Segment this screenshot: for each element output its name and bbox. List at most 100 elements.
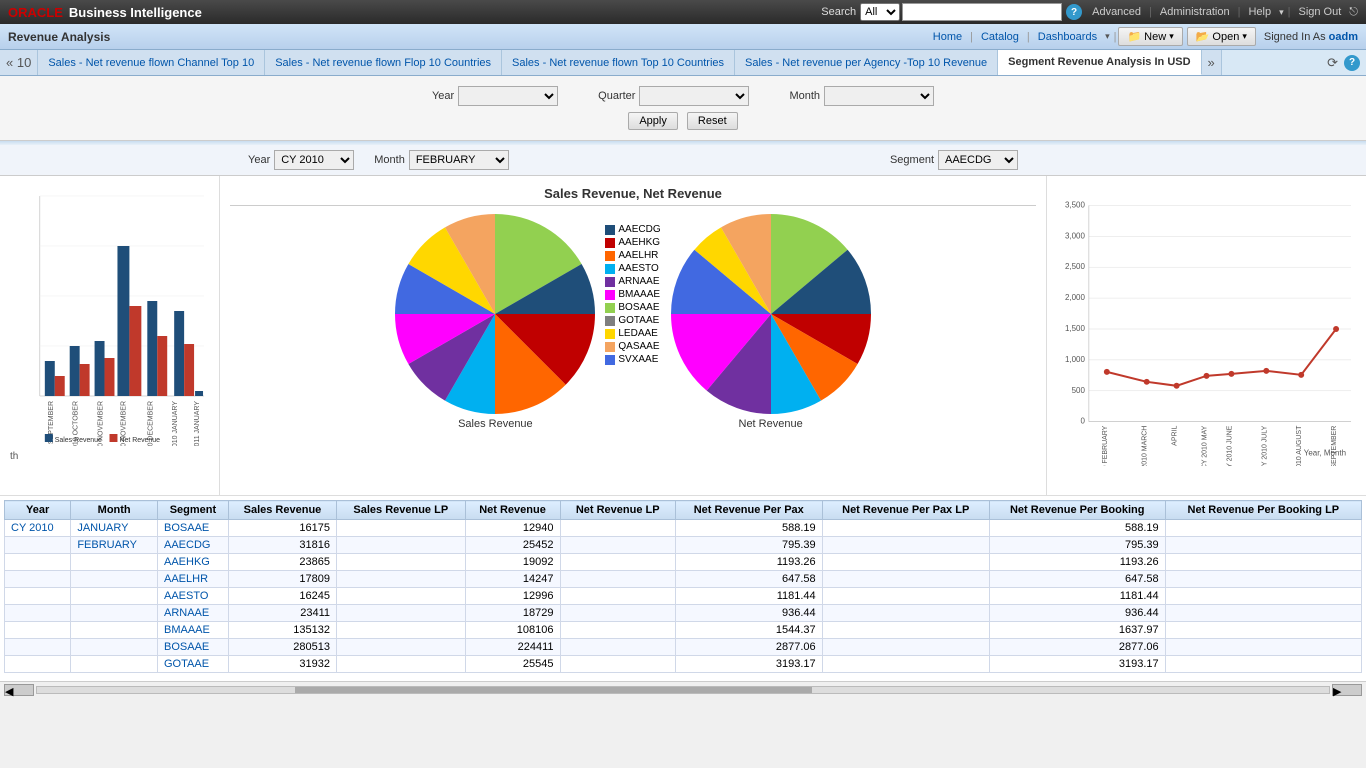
bar-chart-container: CY 2010 SEPTEMBER CY 2010 OCTOBER CY 201… — [0, 176, 220, 495]
tabs-bar: « 10 Sales - Net revenue flown Channel T… — [0, 50, 1366, 76]
table-cell[interactable] — [5, 639, 71, 656]
table-cell[interactable] — [5, 622, 71, 639]
administration-link[interactable]: Administration — [1160, 6, 1230, 18]
page-title: Revenue Analysis — [8, 30, 110, 44]
legend-swatch-qasaae — [605, 342, 615, 352]
year-control-select[interactable]: CY 2010 — [274, 150, 354, 170]
table-cell[interactable]: AAESTO — [158, 588, 229, 605]
table-cell[interactable]: ARNAAE — [158, 605, 229, 622]
table-cell[interactable] — [5, 605, 71, 622]
tab-nav-prev[interactable]: « 10 — [0, 50, 38, 75]
tab-nav-more[interactable]: » — [1202, 50, 1222, 75]
table-cell: 25545 — [465, 656, 560, 673]
table-cell[interactable] — [5, 656, 71, 673]
quarter-filter-select[interactable] — [639, 86, 749, 106]
table-cell[interactable]: BOSAAE — [158, 639, 229, 656]
tab-top10-countries[interactable]: Sales - Net revenue flown Top 10 Countri… — [502, 50, 735, 75]
apply-button[interactable]: Apply — [628, 112, 678, 130]
dashboards-link[interactable]: Dashboards — [1038, 31, 1097, 43]
table-cell[interactable]: FEBRUARY — [71, 537, 158, 554]
help-tab-icon[interactable]: ? — [1344, 55, 1360, 71]
table-cell — [822, 554, 989, 571]
second-bar: Revenue Analysis Home | Catalog | Dashbo… — [0, 24, 1366, 50]
table-cell[interactable]: JANUARY — [71, 520, 158, 537]
month-filter-select[interactable] — [824, 86, 934, 106]
table-row: ARNAAE2341118729936.44936.44 — [5, 605, 1362, 622]
reset-button[interactable]: Reset — [687, 112, 738, 130]
svg-text:CY 2011 JANUARY: CY 2011 JANUARY — [194, 401, 201, 446]
legend-qasaae: QASAAE — [605, 341, 660, 352]
table-cell[interactable]: GOTAAE — [158, 656, 229, 673]
tab-channel-top10[interactable]: Sales - Net revenue flown Channel Top 10 — [38, 50, 265, 75]
table-cell — [337, 537, 466, 554]
table-cell: 19092 — [465, 554, 560, 571]
data-table-container: Year Month Segment Sales Revenue Sales R… — [0, 496, 1366, 681]
tab-flop10-countries[interactable]: Sales - Net revenue flown Flop 10 Countr… — [265, 50, 502, 75]
segment-control-select[interactable]: AAECDG — [938, 150, 1018, 170]
table-cell[interactable] — [5, 588, 71, 605]
table-cell[interactable] — [71, 571, 158, 588]
signout-link[interactable]: Sign Out — [1298, 6, 1341, 18]
legend-label-aaelhr: AAELHR — [618, 250, 658, 261]
search-scope-select[interactable]: All — [860, 3, 900, 21]
table-cell[interactable] — [71, 656, 158, 673]
nav-divider-1: | — [1149, 6, 1152, 18]
open-button[interactable]: 📂 Open ▾ — [1187, 27, 1256, 46]
advanced-link[interactable]: Advanced — [1092, 6, 1141, 18]
line-chart-svg: 3,500 3,000 2,500 2,000 1,500 1,000 500 … — [1057, 186, 1356, 466]
table-cell[interactable] — [5, 554, 71, 571]
pie-chart-title: Sales Revenue, Net Revenue — [230, 186, 1036, 206]
table-cell[interactable]: AAECDG — [158, 537, 229, 554]
scrollbar-left-btn[interactable]: ◀ — [4, 684, 34, 696]
legend-swatch-gotaae — [605, 316, 615, 326]
table-cell[interactable] — [71, 605, 158, 622]
table-cell[interactable] — [5, 537, 71, 554]
table-cell[interactable]: AAELHR — [158, 571, 229, 588]
svg-text:CY 2010 MARCH: CY 2010 MARCH — [1142, 426, 1149, 466]
table-cell — [822, 571, 989, 588]
catalog-link[interactable]: Catalog — [981, 31, 1019, 43]
bi-title: Business Intelligence — [69, 5, 202, 20]
table-cell[interactable] — [5, 571, 71, 588]
tab-agency-top10[interactable]: Sales - Net revenue per Agency -Top 10 R… — [735, 50, 998, 75]
table-cell[interactable] — [71, 639, 158, 656]
table-cell: 647.58 — [989, 571, 1165, 588]
scrollbar-right-btn[interactable]: ▶ — [1332, 684, 1362, 696]
month-control-select[interactable]: FEBRUARY — [409, 150, 509, 170]
sales-revenue-pie: Sales Revenue — [395, 214, 595, 430]
legend-swatch-arnaae — [605, 277, 615, 287]
scrollbar-thumb[interactable] — [295, 687, 812, 693]
new-button[interactable]: 📁 New ▾ — [1118, 27, 1182, 46]
tab-segment-revenue[interactable]: Segment Revenue Analysis In USD — [998, 50, 1201, 75]
table-cell[interactable]: AAEHKG — [158, 554, 229, 571]
pie-charts-container: Sales Revenue, Net Revenue — [220, 176, 1046, 495]
horizontal-scrollbar[interactable]: ◀ ▶ — [0, 681, 1366, 697]
help-circle-icon[interactable]: ? — [1066, 4, 1082, 20]
signed-in-label: Signed In As — [1264, 31, 1326, 43]
svg-text:CY 2010 JANUARY: CY 2010 JANUARY — [172, 401, 179, 446]
table-row: AAEHKG23865190921193.261193.26 — [5, 554, 1362, 571]
table-cell[interactable] — [71, 554, 158, 571]
legend-label-arnaae: ARNAAE — [618, 276, 659, 287]
legend-arnaae: ARNAAE — [605, 276, 660, 287]
table-cell[interactable]: CY 2010 — [5, 520, 71, 537]
legend-label-bmaaae: BMAAAE — [618, 289, 660, 300]
help-link[interactable]: Help — [1248, 6, 1271, 18]
refresh-icon[interactable]: ⟳ — [1327, 55, 1338, 71]
home-link[interactable]: Home — [933, 31, 962, 43]
legend-label-bosaae: BOSAAE — [618, 302, 659, 313]
svg-text:SEPTEMBER: SEPTEMBER — [1331, 426, 1338, 466]
year-filter-select[interactable] — [458, 86, 558, 106]
table-cell[interactable]: BMAAAE — [158, 622, 229, 639]
search-input[interactable] — [902, 3, 1062, 21]
table-cell[interactable] — [71, 622, 158, 639]
col-nrpb-lp: Net Revenue Per Booking LP — [1165, 501, 1361, 520]
table-cell: 17809 — [228, 571, 336, 588]
table-cell — [1165, 571, 1361, 588]
table-cell[interactable] — [71, 588, 158, 605]
table-cell[interactable]: BOSAAE — [158, 520, 229, 537]
scrollbar-track[interactable] — [36, 686, 1330, 694]
table-cell: 25452 — [465, 537, 560, 554]
month-control-group: Month FEBRUARY — [374, 150, 509, 170]
svg-text:1,500: 1,500 — [1065, 324, 1086, 333]
